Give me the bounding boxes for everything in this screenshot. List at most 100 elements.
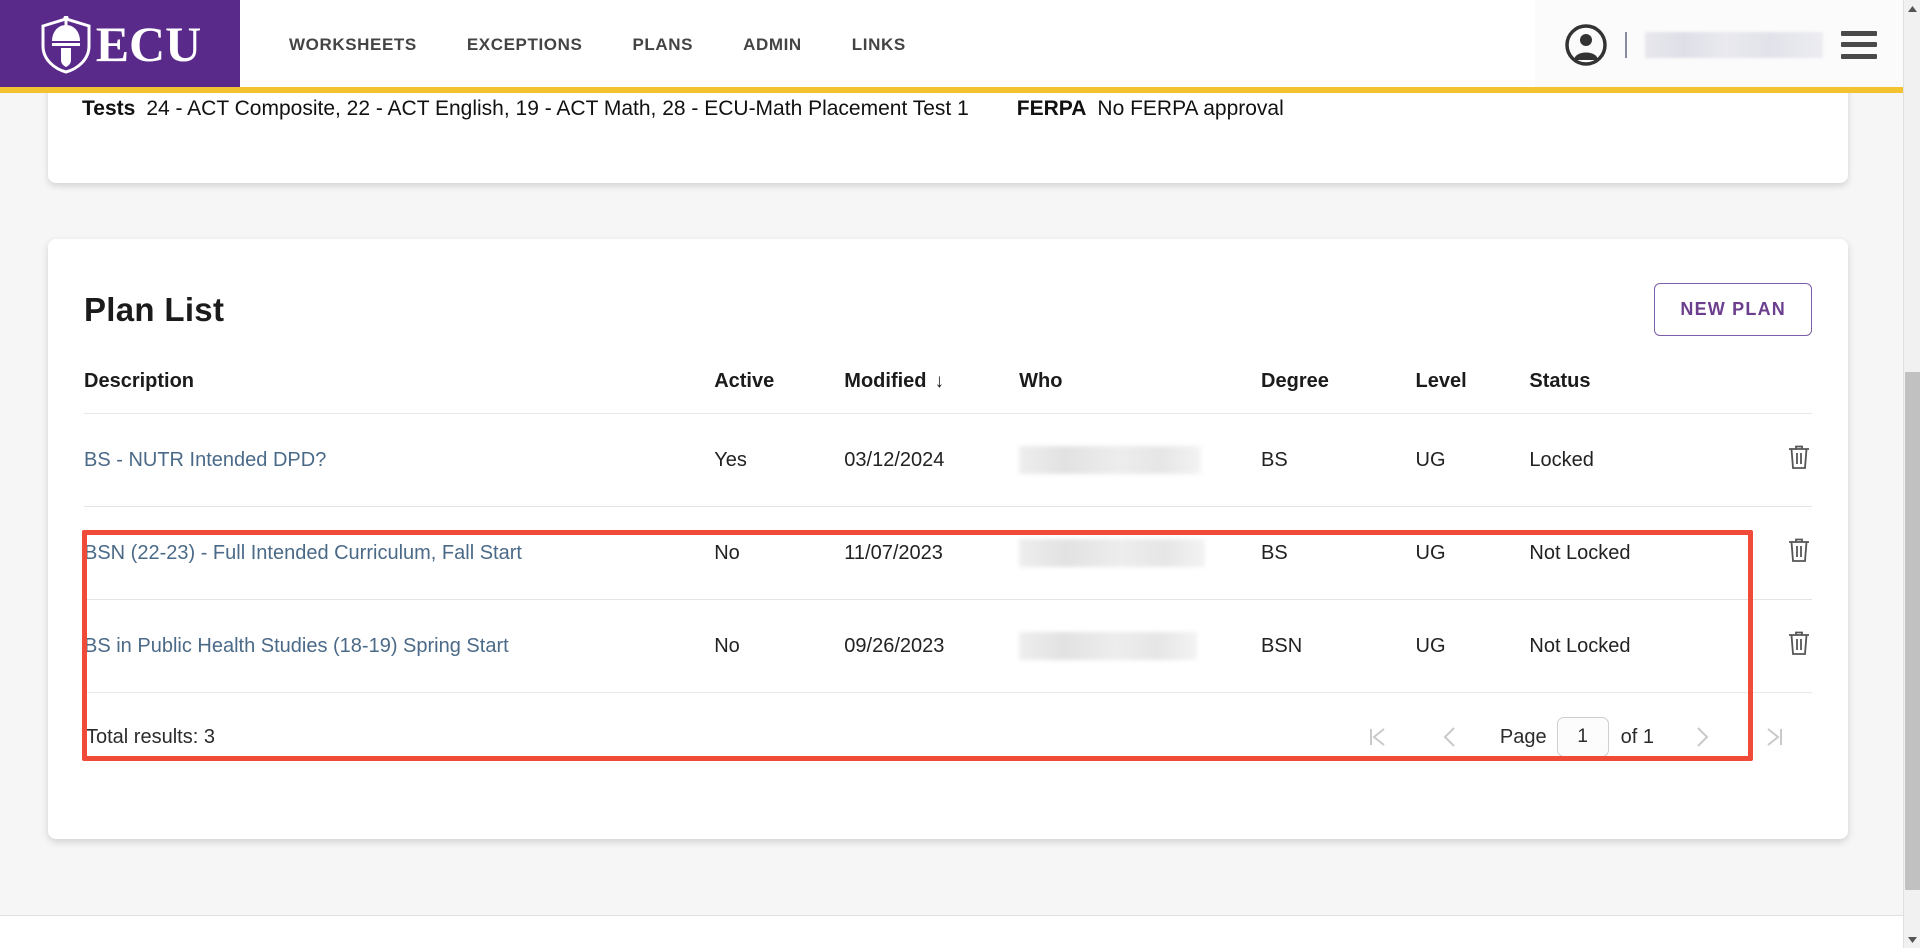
chevron-down-icon bbox=[1908, 936, 1917, 943]
plan-who-cell bbox=[1019, 506, 1262, 600]
ecu-wordmark: ECU bbox=[95, 15, 202, 72]
table-header: Description Active Modified ↓ Who Degree … bbox=[84, 370, 1812, 414]
plan-active-cell: No bbox=[714, 599, 845, 692]
scroll-down-button[interactable] bbox=[1904, 931, 1920, 948]
user-name-redacted bbox=[1645, 31, 1823, 58]
chevron-up-icon bbox=[1908, 5, 1917, 12]
ecu-shield-icon bbox=[41, 15, 91, 74]
plan-list-header: Plan List NEW PLAN bbox=[84, 239, 1812, 342]
tests-label: Tests bbox=[82, 97, 136, 120]
plan-degree-cell: BSN bbox=[1261, 599, 1416, 692]
delete-plan-button[interactable] bbox=[1786, 443, 1812, 471]
plan-status-cell: Not Locked bbox=[1529, 506, 1731, 600]
plan-description-link[interactable]: BS in Public Health Studies (18-19) Spri… bbox=[84, 635, 509, 657]
last-page-icon bbox=[1767, 728, 1782, 746]
previous-page-icon bbox=[1443, 727, 1455, 747]
who-redacted bbox=[1019, 446, 1202, 474]
plan-modified-cell: 03/12/2024 bbox=[844, 413, 1020, 507]
column-header-who[interactable]: Who bbox=[1019, 370, 1261, 414]
first-page-button[interactable] bbox=[1342, 715, 1414, 759]
plan-description-link[interactable]: BSN (22-23) - Full Intended Curriculum, … bbox=[84, 542, 522, 564]
pagination-bar: Total results: 3 Page 1 of 1 bbox=[84, 692, 1812, 759]
plan-list-table: Description Active Modified ↓ Who Degree … bbox=[84, 370, 1812, 692]
plan-who-cell bbox=[1019, 413, 1262, 507]
plan-active-cell: No bbox=[714, 506, 845, 600]
next-page-button[interactable] bbox=[1666, 715, 1738, 759]
plan-degree-cell: BS bbox=[1261, 506, 1416, 600]
who-redacted bbox=[1019, 539, 1206, 567]
plan-list-card: Plan List NEW PLAN Description Active Mo… bbox=[48, 239, 1848, 839]
plan-status-cell: Locked bbox=[1529, 413, 1731, 507]
plan-description-link[interactable]: BS - NUTR Intended DPD? bbox=[84, 449, 326, 471]
page-label: Page bbox=[1499, 725, 1547, 748]
table-row[interactable]: BSN (22-23) - Full Intended Curriculum, … bbox=[84, 506, 1812, 600]
nav-item-links[interactable]: LINKS bbox=[827, 25, 931, 65]
table-body: BS - NUTR Intended DPD? Yes 03/12/2024 B… bbox=[84, 413, 1812, 692]
who-redacted bbox=[1019, 632, 1198, 660]
plan-who-cell bbox=[1019, 599, 1262, 692]
plan-level-cell: UG bbox=[1415, 413, 1530, 507]
column-header-modified[interactable]: Modified ↓ bbox=[844, 370, 1019, 414]
page-number-input[interactable] bbox=[1556, 717, 1609, 757]
new-plan-button[interactable]: NEW PLAN bbox=[1654, 283, 1812, 336]
table-row[interactable]: BS in Public Health Studies (18-19) Spri… bbox=[84, 599, 1812, 692]
previous-page-button[interactable] bbox=[1414, 715, 1486, 759]
first-page-icon bbox=[1369, 728, 1385, 746]
plan-level-cell: UG bbox=[1415, 599, 1530, 692]
trash-icon bbox=[1789, 631, 1809, 655]
ferpa-label: FERPA bbox=[1016, 97, 1087, 120]
gold-accent-bar bbox=[0, 87, 1903, 93]
delete-plan-button[interactable] bbox=[1786, 536, 1812, 564]
ferpa-value: No FERPA approval bbox=[1097, 97, 1284, 120]
plan-status-cell: Not Locked bbox=[1529, 599, 1731, 692]
table-row[interactable]: BS - NUTR Intended DPD? Yes 03/12/2024 B… bbox=[84, 413, 1812, 507]
scroll-up-button[interactable] bbox=[1904, 0, 1920, 17]
page-content: Tests 24 - ACT Composite, 22 - ACT Engli… bbox=[0, 85, 1903, 948]
nav-item-exceptions[interactable]: EXCEPTIONS bbox=[442, 25, 608, 65]
next-page-icon bbox=[1697, 727, 1709, 747]
plan-active-cell: Yes bbox=[714, 413, 845, 507]
total-results-label: Total results: 3 bbox=[86, 725, 215, 748]
user-avatar-icon[interactable] bbox=[1565, 23, 1607, 66]
plan-modified-cell: 11/07/2023 bbox=[844, 506, 1020, 600]
footer-divider bbox=[0, 915, 1903, 916]
plan-delete-cell bbox=[1730, 506, 1812, 600]
scrollbar-thumb[interactable] bbox=[1905, 372, 1920, 890]
student-info-card: Tests 24 - ACT Composite, 22 - ACT Engli… bbox=[48, 85, 1848, 183]
text-cursor bbox=[1625, 31, 1627, 58]
column-header-description[interactable]: Description bbox=[84, 370, 714, 414]
sort-descending-icon: ↓ bbox=[934, 371, 945, 392]
app-header: ECU WORKSHEETS EXCEPTIONS PLANS ADMIN LI… bbox=[0, 0, 1903, 89]
tests-value: 24 - ACT Composite, 22 - ACT English, 19… bbox=[146, 97, 969, 120]
column-header-delete bbox=[1731, 370, 1812, 414]
plan-description-cell: BSN (22-23) - Full Intended Curriculum, … bbox=[84, 506, 715, 600]
plan-description-cell: BS in Public Health Studies (18-19) Spri… bbox=[84, 599, 715, 692]
trash-icon bbox=[1789, 445, 1809, 469]
nav-item-admin[interactable]: ADMIN bbox=[718, 25, 827, 65]
main-navigation: WORKSHEETS EXCEPTIONS PLANS ADMIN LINKS bbox=[240, 0, 1535, 89]
plan-level-cell: UG bbox=[1415, 506, 1530, 600]
ecu-logo[interactable]: ECU bbox=[0, 0, 240, 89]
page-title: Plan List bbox=[84, 290, 225, 328]
delete-plan-button[interactable] bbox=[1786, 629, 1812, 657]
pager-controls: Page of 1 bbox=[1342, 715, 1810, 759]
hamburger-menu-icon[interactable] bbox=[1841, 30, 1877, 59]
column-header-active[interactable]: Active bbox=[714, 370, 844, 414]
column-header-modified-label: Modified bbox=[844, 370, 927, 392]
plan-degree-cell: BS bbox=[1261, 413, 1416, 507]
app-viewport: ECU WORKSHEETS EXCEPTIONS PLANS ADMIN LI… bbox=[0, 0, 1920, 948]
nav-item-worksheets[interactable]: WORKSHEETS bbox=[264, 25, 442, 65]
plan-delete-cell bbox=[1730, 413, 1812, 507]
column-header-status[interactable]: Status bbox=[1529, 370, 1730, 414]
plan-description-cell: BS - NUTR Intended DPD? bbox=[84, 413, 715, 507]
header-user-area bbox=[1535, 0, 1903, 89]
column-header-degree[interactable]: Degree bbox=[1261, 370, 1416, 414]
last-page-button[interactable] bbox=[1738, 715, 1810, 759]
trash-icon bbox=[1789, 538, 1809, 562]
page-scrollbar[interactable] bbox=[1903, 0, 1920, 948]
column-header-level[interactable]: Level bbox=[1416, 370, 1530, 414]
footer-band bbox=[0, 916, 1903, 948]
nav-item-plans[interactable]: PLANS bbox=[607, 25, 718, 65]
page-total-label: of 1 bbox=[1620, 725, 1654, 748]
plan-modified-cell: 09/26/2023 bbox=[844, 599, 1020, 692]
